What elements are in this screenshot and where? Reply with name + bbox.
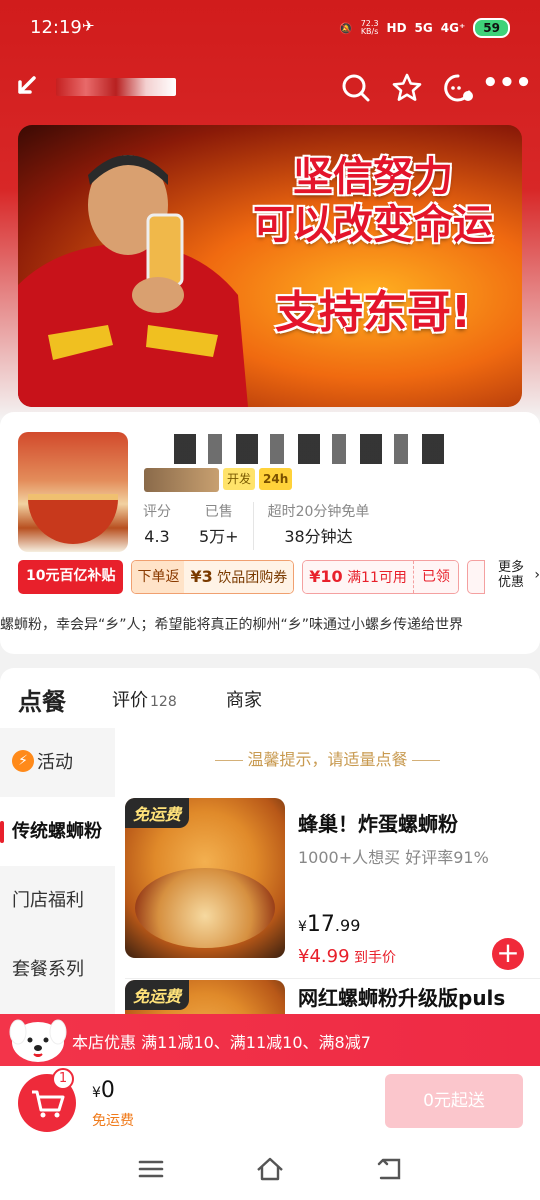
- stat-sold: 已售 5万+: [199, 504, 239, 546]
- cart-count-badge: 1: [52, 1068, 74, 1090]
- free-delivery-badge: 免运费: [125, 798, 190, 828]
- status-bar: 12:19 ✈ 🔕 72.3 KB/s HD 5G 4G⁺ 59: [0, 0, 540, 58]
- coupon-discount[interactable]: ¥10 满11可用 已领: [302, 560, 459, 594]
- coupon-order-return[interactable]: 下单返 ¥3 饮品团购券: [131, 560, 295, 594]
- order-tip: 温馨提示，请适量点餐: [115, 746, 540, 770]
- food-title: 蜂巢！炸蛋螺蛳粉: [298, 812, 458, 836]
- lightning-icon: ⚡: [12, 750, 34, 772]
- banner-line-3: 支持东哥!: [274, 287, 472, 338]
- net-speed: 72.3 KB/s: [360, 19, 379, 36]
- tag-open: 开发: [223, 468, 256, 490]
- banner-line-2: 可以改变命运: [253, 202, 493, 248]
- store-banner: 坚信努力 可以改变命运 支持东哥!: [18, 125, 522, 407]
- stat-rating: 评分 4.3: [143, 504, 171, 546]
- sidebar-item-combo[interactable]: 套餐系列: [0, 935, 115, 1004]
- sidebar-item-store-benefits[interactable]: 门店福利: [0, 866, 115, 935]
- stat-delivery-time: 超时20分钟免单 38分钟达: [252, 502, 384, 550]
- tab-order[interactable]: 点餐: [18, 682, 70, 719]
- store-name-blurred: [56, 78, 176, 96]
- coupon-subsidy[interactable]: 10元百亿补贴: [18, 560, 124, 594]
- coupon-next-edge: [466, 560, 485, 594]
- add-to-cart-button[interactable]: +: [492, 938, 524, 970]
- tag-blurred: [144, 468, 219, 492]
- more-coupons-button[interactable]: 更多 优惠 ›: [496, 560, 540, 594]
- cart-total: ¥0: [92, 1078, 115, 1103]
- checkout-button[interactable]: 0元起送: [385, 1074, 523, 1128]
- free-delivery-badge: 免运费: [125, 980, 190, 1010]
- chevron-right-icon: ›: [534, 567, 540, 583]
- banner-line-1: 坚信努力: [293, 154, 453, 200]
- home-icon[interactable]: [255, 1154, 285, 1184]
- person-photo: [18, 155, 248, 407]
- menu-list: 温馨提示，请适量点餐 免运费 蜂巢！炸蛋螺蛳粉 1000+人想买 好评率91% …: [115, 728, 540, 1018]
- system-nav-bar: [0, 1140, 540, 1200]
- store-info-card: 开发 24h 评分 4.3 已售 5万+ 超时20分钟免单 38分钟达 10元百…: [0, 412, 540, 654]
- more-icon[interactable]: •••: [482, 70, 532, 102]
- store-title-blurred: [174, 434, 446, 464]
- battery-indicator: 59: [473, 18, 510, 38]
- store-stats: 评分 4.3 已售 5万+ 超时20分钟免单 38分钟达: [143, 502, 383, 550]
- 4g-signal-icon: 4G⁺: [440, 21, 466, 35]
- bird-icon: ✈: [82, 17, 95, 35]
- back-icon[interactable]: [14, 72, 42, 104]
- promo-text: 本店优惠 满11减10、满11减10、满8减7: [72, 1033, 371, 1052]
- 5g-signal-icon: 5G: [414, 21, 433, 35]
- sidebar-item-activity[interactable]: ⚡ 活动: [0, 728, 115, 797]
- food-title: 网红螺蛳粉升级版puls: [298, 986, 506, 1010]
- back-nav-icon[interactable]: [375, 1154, 405, 1184]
- mascot-dog-icon: [9, 1019, 67, 1062]
- menu-icon[interactable]: [136, 1154, 166, 1184]
- food-subtitle: 1000+人想买 好评率91%: [298, 848, 489, 867]
- mute-icon: 🔕: [339, 21, 353, 35]
- food-hand-price: ¥4.99 到手价: [298, 946, 396, 967]
- tag-hours: 24h: [259, 468, 293, 490]
- star-icon[interactable]: [391, 72, 423, 104]
- search-icon[interactable]: [340, 72, 372, 104]
- cart-free-delivery: 免运费: [92, 1113, 134, 1129]
- tab-review[interactable]: 评价 128: [112, 686, 177, 712]
- category-sidebar: ⚡ 活动 传统螺蛳粉 门店福利 套餐系列: [0, 728, 115, 1018]
- divider: [125, 978, 540, 979]
- status-time: 12:19: [30, 17, 82, 38]
- store-slogan: 螺蛳粉，幸会异“乡”人；希望能将真正的柳州“乡”味通过小螺乡传递给世界: [0, 617, 464, 633]
- store-logo[interactable]: [18, 432, 128, 552]
- store-header: •••: [0, 68, 540, 112]
- tab-merchant[interactable]: 商家: [226, 686, 262, 712]
- store-promo-bar: 本店优惠 满11减10、满11减10、满8减7: [0, 1014, 540, 1066]
- hd-signal-icon: HD: [386, 21, 407, 35]
- food-price: ¥17.99: [298, 912, 361, 937]
- sidebar-item-traditional[interactable]: 传统螺蛳粉: [0, 797, 115, 866]
- tab-bar: 点餐 评价 128 商家: [0, 668, 540, 728]
- cart-bar: 1 ¥0 免运费 0元起送: [0, 1066, 540, 1140]
- coupon-row: 10元百亿补贴 下单返 ¥3 饮品团购券 ¥10 满11可用 已领 更多 优惠 …: [18, 560, 540, 594]
- customer-service-icon[interactable]: [442, 72, 474, 104]
